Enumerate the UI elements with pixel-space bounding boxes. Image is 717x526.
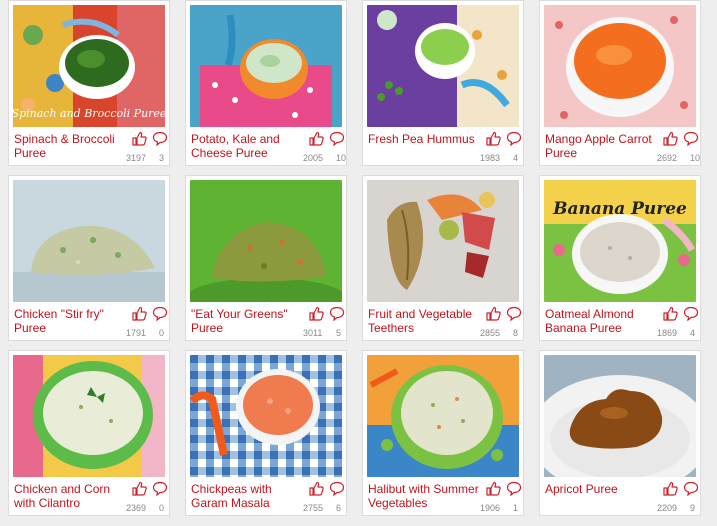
recipe-card[interactable]: Banana Puree Oatmeal Almond Banana Puree… [539,175,701,341]
image-caption: Spinach and Broccoli Puree [13,107,165,120]
recipe-card[interactable]: Chicken and Corn with Cilantro 2369 0 [8,350,170,516]
recipe-card[interactable]: Apricot Puree 2209 9 [539,350,701,516]
recipe-title[interactable]: Apricot Puree [545,482,663,496]
speech-bubble-icon[interactable] [683,306,699,321]
speech-bubble-icon[interactable] [506,481,522,496]
recipe-card[interactable]: Mango Apple Carrot Puree 2692 10 [539,0,701,166]
like-count: 2209 [657,503,678,513]
comment-count: 0 [159,328,165,338]
recipe-title[interactable]: Chickpeas with Garam Masala [191,482,309,510]
recipe-title[interactable]: Halibut with Summer Vegetables [368,482,486,510]
recipe-title[interactable]: Chicken and Corn with Cilantro [14,482,132,510]
speech-bubble-icon[interactable] [683,481,699,496]
comment-count: 0 [159,503,165,513]
recipe-photo[interactable] [544,5,696,127]
comment-count: 4 [690,328,696,338]
speech-bubble-icon[interactable] [329,306,345,321]
image-caption: Banana Puree [552,199,687,219]
thumbs-up-icon[interactable] [308,131,324,146]
like-count: 1906 [480,503,501,513]
like-count: 3197 [126,153,147,163]
comment-count: 5 [336,328,342,338]
recipe-card[interactable]: Fruit and Vegetable Teethers 2855 8 [362,175,524,341]
recipe-photo[interactable] [13,355,165,477]
recipe-card[interactable]: Fresh Pea Hummus 1983 4 [362,0,524,166]
recipe-card[interactable]: Halibut with Summer Vegetables 1906 1 [362,350,524,516]
recipe-title[interactable]: Oatmeal Almond Banana Puree [545,307,663,335]
like-count: 3011 [303,328,323,338]
recipe-photo[interactable] [367,180,519,302]
thumbs-up-icon[interactable] [485,131,501,146]
recipe-title[interactable]: Spinach & Broccoli Puree [14,132,132,160]
like-count: 1983 [480,153,501,163]
recipe-card[interactable]: Potato, Kale and Cheese Puree 2005 10 [185,0,347,166]
comment-count: 6 [336,503,342,513]
like-count: 2369 [126,503,147,513]
comment-count: 9 [690,503,696,513]
recipe-card[interactable]: Chickpeas with Garam Masala 2755 6 [185,350,347,516]
recipe-photo[interactable] [190,180,342,302]
recipe-title[interactable]: Potato, Kale and Cheese Puree [191,132,309,160]
comment-count: 8 [513,328,519,338]
thumbs-up-icon[interactable] [131,481,147,496]
thumbs-up-icon[interactable] [131,131,147,146]
comment-count: 10 [690,153,701,163]
speech-bubble-icon[interactable] [152,481,168,496]
thumbs-up-icon[interactable] [662,481,678,496]
recipe-title[interactable]: Fresh Pea Hummus [368,132,486,146]
speech-bubble-icon[interactable] [329,481,345,496]
recipe-title[interactable]: Mango Apple Carrot Puree [545,132,663,160]
thumbs-up-icon[interactable] [131,306,147,321]
recipe-photo[interactable] [367,355,519,477]
recipe-title[interactable]: Fruit and Vegetable Teethers [368,307,486,335]
recipe-photo[interactable] [190,355,342,477]
comment-count: 1 [513,503,519,513]
like-count: 2855 [480,328,501,338]
recipe-card[interactable]: Chicken "Stir fry" Puree 1791 0 [8,175,170,341]
thumbs-up-icon[interactable] [662,131,678,146]
thumbs-up-icon[interactable] [662,306,678,321]
speech-bubble-icon[interactable] [152,131,168,146]
comment-count: 3 [159,153,165,163]
thumbs-up-icon[interactable] [308,306,324,321]
recipe-photo[interactable]: Banana Puree [544,180,696,302]
recipe-photo[interactable]: Spinach and Broccoli Puree [13,5,165,127]
speech-bubble-icon[interactable] [329,131,345,146]
speech-bubble-icon[interactable] [506,131,522,146]
like-count: 2692 [657,153,678,163]
recipe-photo[interactable] [190,5,342,127]
speech-bubble-icon[interactable] [152,306,168,321]
thumbs-up-icon[interactable] [308,481,324,496]
speech-bubble-icon[interactable] [506,306,522,321]
like-count: 1869 [657,328,678,338]
recipe-title[interactable]: Chicken "Stir fry" Puree [14,307,132,335]
comment-count: 10 [336,153,347,163]
speech-bubble-icon[interactable] [683,131,699,146]
like-count: 1791 [126,328,147,338]
thumbs-up-icon[interactable] [485,481,501,496]
like-count: 2755 [303,503,324,513]
recipe-card[interactable]: "Eat Your Greens" Puree 3011 5 [185,175,347,341]
recipe-photo[interactable] [13,180,165,302]
recipe-photo[interactable] [367,5,519,127]
recipe-card[interactable]: Spinach and Broccoli Puree Spinach & Bro… [8,0,170,166]
thumbs-up-icon[interactable] [485,306,501,321]
like-count: 2005 [303,153,324,163]
recipe-photo[interactable] [544,355,696,477]
comment-count: 4 [513,153,519,163]
recipe-title[interactable]: "Eat Your Greens" Puree [191,307,309,335]
recipe-grid: Spinach and Broccoli Puree Spinach & Bro… [0,0,717,526]
